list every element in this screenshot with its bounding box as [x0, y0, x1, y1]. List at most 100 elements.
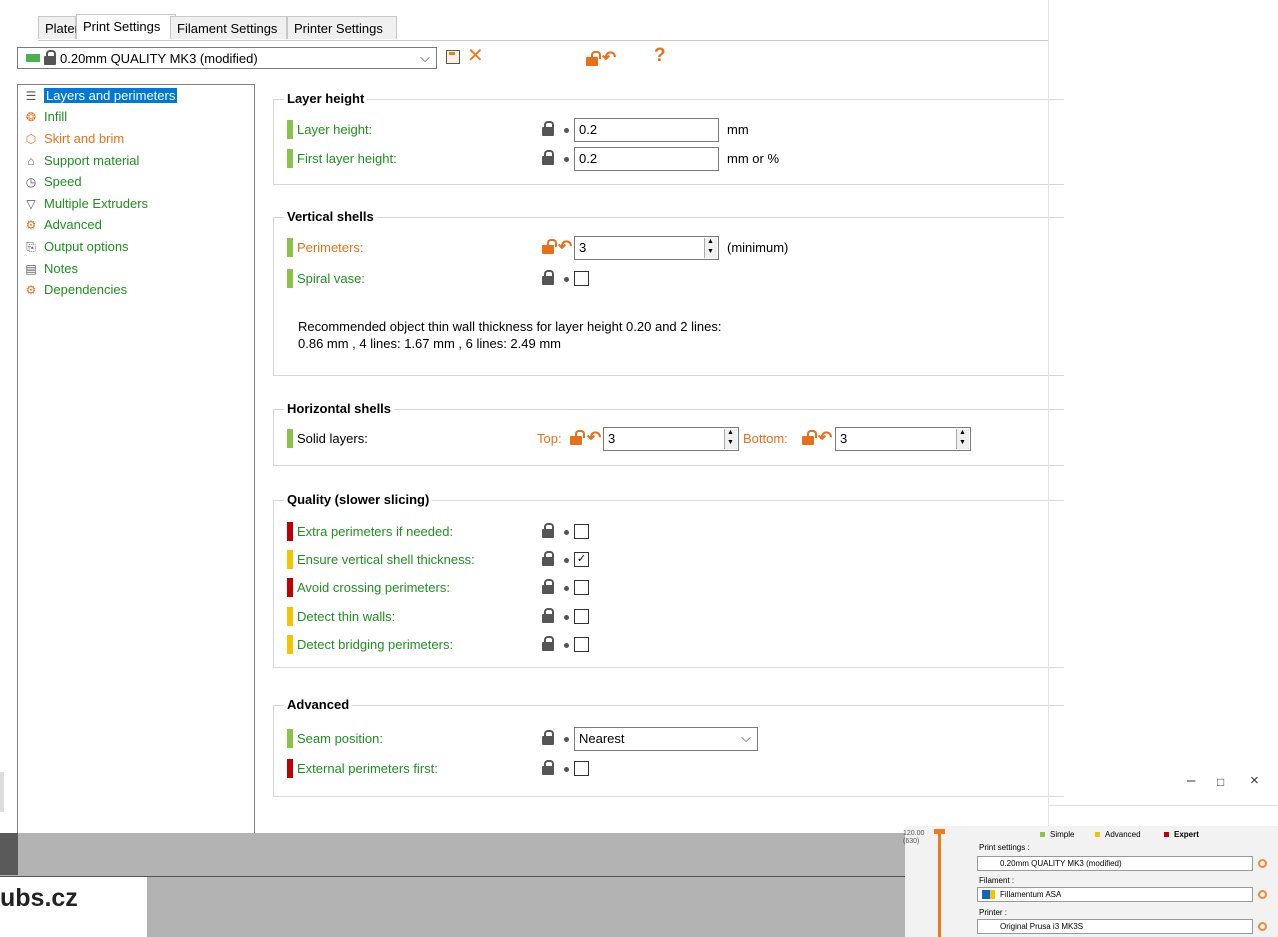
spiral-vase-checkbox[interactable]	[574, 271, 589, 286]
sidebar-item-infill[interactable]: ❂ Infill	[24, 107, 67, 127]
system-value-dot[interactable]	[564, 277, 569, 282]
undo-icon[interactable]: ↶	[558, 238, 572, 255]
sidebar-item-notes[interactable]: ▤ Notes	[24, 259, 78, 279]
system-value-dot[interactable]	[564, 767, 569, 772]
simple-mode-marker	[287, 269, 293, 288]
tab-printer-settings[interactable]: Printer Settings	[287, 16, 397, 39]
system-value-dot[interactable]	[564, 530, 569, 535]
tab-plater[interactable]: Plater	[38, 16, 79, 39]
system-value-dot[interactable]	[564, 128, 569, 133]
slider-value: 120.00	[903, 830, 925, 837]
layer-height-label: Layer height:	[297, 122, 373, 137]
undo-icon[interactable]: ↶	[587, 429, 601, 446]
gear-icon[interactable]	[1258, 890, 1267, 899]
unlock-icon[interactable]	[802, 430, 817, 446]
system-value-dot[interactable]	[564, 643, 569, 648]
extruder-icon: ▽	[26, 197, 36, 211]
external-perimeters-first-checkbox[interactable]	[574, 761, 589, 776]
print-settings-combo[interactable]: 0.20mm QUALITY MK3 (modified)	[977, 856, 1253, 871]
unlock-icon[interactable]	[570, 430, 585, 446]
advanced-mode-marker	[287, 550, 293, 569]
tab-print-settings[interactable]: Print Settings	[76, 14, 176, 39]
spin-arrows-icon[interactable]	[704, 238, 717, 258]
layer-height-input[interactable]: 0.2	[574, 118, 719, 142]
delete-preset-icon[interactable]: ✕	[467, 43, 484, 68]
mode-label: Expert	[1174, 830, 1199, 839]
sidebar-item-output[interactable]: ⎘ Output options	[24, 237, 128, 257]
lock-icon[interactable]	[542, 150, 554, 166]
lock-icon[interactable]	[542, 608, 554, 624]
avoid-crossing-label: Avoid crossing perimeters:	[297, 580, 450, 595]
sidebar-item-speed[interactable]: ◷ Speed	[24, 172, 82, 192]
settings-page-list: ☰ Layers and perimeters ❂ Infill ⬡ Skirt an…	[17, 84, 255, 844]
extra-perimeters-label: Extra perimeters if needed:	[297, 524, 454, 539]
mode-advanced[interactable]: Advanced	[1095, 830, 1141, 839]
sidebar-item-skirt[interactable]: ⬡ Skirt and brim	[24, 129, 124, 149]
seam-position-select[interactable]: Nearest ⌵	[574, 727, 758, 751]
save-preset-icon[interactable]	[446, 50, 460, 64]
unit-label: mm or %	[727, 151, 779, 166]
lock-icon[interactable]	[542, 523, 554, 539]
row-first-layer-height: First layer height: 0.2 mm or %	[284, 147, 1054, 171]
system-value-dot[interactable]	[564, 586, 569, 591]
perimeters-input[interactable]: 3	[574, 236, 719, 260]
printer-combo[interactable]: Original Prusa i3 MK3S	[977, 919, 1253, 934]
undo-icon[interactable]: ↶	[602, 49, 616, 66]
undo-icon[interactable]: ↶	[818, 429, 832, 446]
mode-expert[interactable]: Expert	[1164, 830, 1199, 839]
sidebar-item-support[interactable]: ⌂ Support material	[24, 151, 139, 171]
unlock-icon[interactable]	[586, 51, 601, 67]
close-icon[interactable]: ×	[1250, 772, 1259, 789]
system-value-dot[interactable]	[564, 615, 569, 620]
lock-icon[interactable]	[542, 636, 554, 652]
group-advanced: Advanced Seam position: Nearest ⌵ Externa…	[273, 697, 1064, 797]
sidebar-item-layers[interactable]: ☰ Layers and perimeters	[24, 86, 178, 106]
top-layers-input[interactable]: 3	[603, 427, 739, 451]
sidebar-item-extruders[interactable]: ▽ Multiple Extruders	[24, 194, 148, 214]
group-horizontal-shells: Horizontal shells Solid layers: Top: ↶ 3…	[273, 401, 1064, 466]
sidebar-item-dependencies[interactable]: ⚙ Dependencies	[24, 280, 128, 300]
slider-thumb[interactable]	[934, 829, 945, 834]
layer-slider-value: 120.00 (630)	[903, 830, 924, 846]
seam-position-value: Nearest	[579, 731, 625, 746]
mode-simple[interactable]: Simple	[1040, 830, 1074, 839]
unlock-icon[interactable]	[542, 239, 557, 255]
filament-combo[interactable]: Fillamentum ASA	[977, 887, 1253, 902]
note-line: Recommended object thin wall thickness f…	[298, 319, 722, 334]
sidebar-item-advanced[interactable]: ⚙ Advanced	[24, 215, 102, 235]
avoid-crossing-checkbox[interactable]	[574, 580, 589, 595]
row-external-perimeters-first: External perimeters first:	[284, 757, 1054, 781]
maximize-icon[interactable]: □	[1217, 775, 1224, 789]
gear-icon[interactable]	[1258, 922, 1267, 931]
system-value-dot[interactable]	[564, 157, 569, 162]
simple-mode-marker	[287, 120, 293, 139]
lock-icon[interactable]	[542, 121, 554, 137]
tab-divider	[38, 40, 1048, 41]
help-icon[interactable]: ?	[654, 45, 666, 67]
simple-mode-marker	[287, 238, 293, 257]
gear-icon[interactable]	[1258, 859, 1267, 868]
minimize-icon[interactable]: –	[1187, 772, 1195, 789]
spin-arrows-icon[interactable]	[724, 429, 737, 449]
detect-bridging-checkbox[interactable]	[574, 637, 589, 652]
first-layer-height-input[interactable]: 0.2	[574, 147, 719, 171]
extra-perimeters-checkbox[interactable]	[574, 524, 589, 539]
ensure-vertical-shell-checkbox[interactable]: ✓	[574, 552, 589, 567]
lock-icon[interactable]	[542, 730, 554, 746]
lock-icon[interactable]	[542, 270, 554, 286]
layers-icon: ☰	[25, 89, 37, 103]
tab-filament-settings[interactable]: Filament Settings	[170, 16, 287, 39]
flag-icon	[26, 54, 40, 62]
spin-arrows-icon[interactable]	[956, 429, 969, 449]
lock-icon[interactable]	[542, 579, 554, 595]
system-value-dot[interactable]	[564, 558, 569, 563]
preset-select[interactable]: 0.20mm QUALITY MK3 (modified) ⌵	[17, 47, 437, 69]
lock-icon[interactable]	[542, 760, 554, 776]
lock-icon[interactable]	[542, 551, 554, 567]
bottom-layers-input[interactable]: 3	[835, 427, 971, 451]
filament-color-swatch	[990, 890, 995, 899]
system-value-dot[interactable]	[564, 737, 569, 742]
detect-thin-walls-checkbox[interactable]	[574, 609, 589, 624]
layer-slider[interactable]	[938, 830, 941, 937]
detect-thin-walls-label: Detect thin walls:	[297, 609, 396, 624]
